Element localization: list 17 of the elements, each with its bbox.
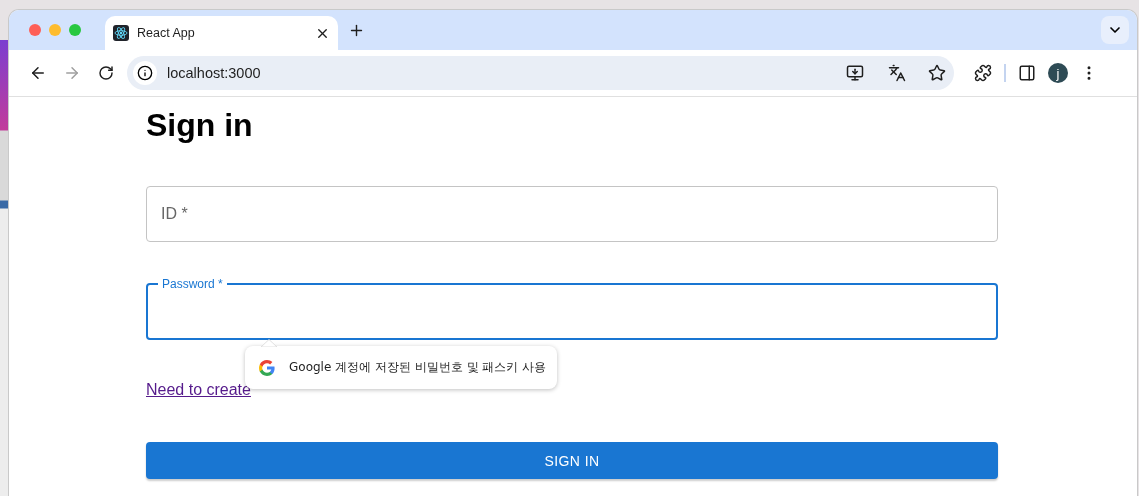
browser-tab[interactable]: React App (105, 16, 338, 50)
google-logo-icon (259, 359, 275, 376)
address-bar[interactable]: localhost:3000 (127, 56, 954, 90)
page-title: Sign in (146, 106, 253, 145)
tab-search-button[interactable] (1101, 16, 1129, 44)
id-field[interactable]: ID * (146, 186, 998, 242)
atom-icon (113, 25, 129, 41)
side-panel-icon[interactable] (1018, 64, 1036, 82)
profile-avatar[interactable]: j (1048, 63, 1068, 83)
translate-icon[interactable] (888, 64, 906, 82)
password-field[interactable]: Password * (146, 277, 998, 340)
star-icon[interactable] (928, 64, 946, 82)
sign-in-button[interactable]: SIGN IN (146, 442, 998, 479)
monitor-download-icon[interactable] (846, 64, 864, 82)
popup-pointer (261, 339, 277, 347)
puzzle-icon[interactable] (974, 64, 992, 82)
info-icon[interactable] (133, 61, 157, 85)
